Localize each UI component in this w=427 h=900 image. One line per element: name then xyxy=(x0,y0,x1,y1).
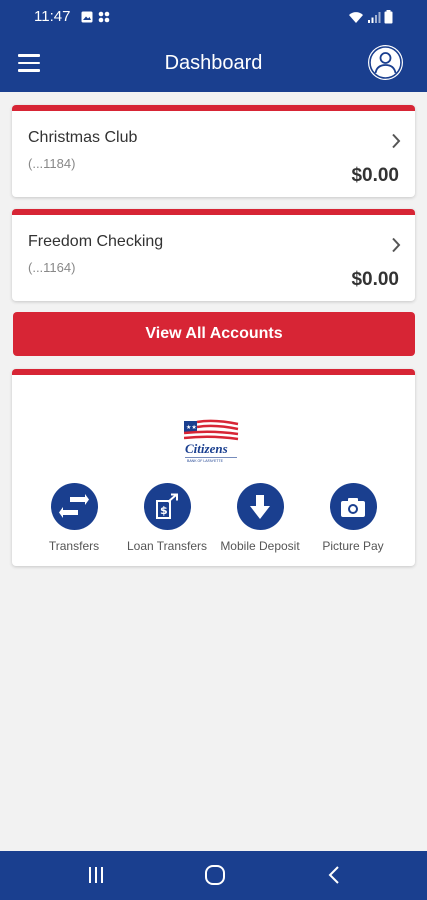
battery-icon xyxy=(384,10,393,24)
chevron-right-icon xyxy=(392,237,401,253)
app-bar: Dashboard xyxy=(0,34,427,92)
status-icons-left xyxy=(81,11,110,23)
wifi-icon xyxy=(349,11,363,23)
citizens-logo: ★★ Citizens BANK OF LAFAYETTE xyxy=(184,419,239,463)
signal-icon xyxy=(368,11,381,23)
account-balance: $0.00 xyxy=(351,269,399,290)
svg-text:★★: ★★ xyxy=(186,424,197,431)
quick-action-label: Picture Pay xyxy=(322,539,384,553)
account-card-freedom-checking[interactable]: Freedom Checking (...1164) $0.00 xyxy=(12,209,415,301)
recents-icon[interactable] xyxy=(87,864,105,886)
image-icon xyxy=(81,11,93,23)
svg-text:Citizens: Citizens xyxy=(185,441,228,456)
camera-icon xyxy=(341,497,365,517)
status-icons-right xyxy=(348,10,393,24)
account-number: (...1164) xyxy=(28,260,76,275)
loan-transfer-icon: $ xyxy=(156,493,178,519)
chevron-right-icon xyxy=(392,133,401,149)
profile-icon[interactable] xyxy=(367,44,404,81)
quick-actions-card: ★★ Citizens BANK OF LAFAYETTE Transfers … xyxy=(12,369,415,566)
system-nav-bar xyxy=(0,851,427,900)
account-number: (...1184) xyxy=(28,156,76,171)
transfer-arrows-icon xyxy=(59,493,89,518)
account-balance: $0.00 xyxy=(351,165,399,186)
svg-text:$: $ xyxy=(160,504,168,517)
view-all-accounts-button[interactable]: View All Accounts xyxy=(13,312,415,356)
status-bar: 11:47 xyxy=(0,0,427,34)
account-name: Christmas Club xyxy=(28,129,138,146)
back-icon[interactable] xyxy=(326,864,342,886)
quick-action-picture-pay[interactable]: Picture Pay xyxy=(298,483,408,553)
page-title: Dashboard xyxy=(164,52,263,74)
svg-text:BANK OF LAFAYETTE: BANK OF LAFAYETTE xyxy=(187,459,224,463)
grid-icon xyxy=(98,11,110,23)
home-icon[interactable] xyxy=(204,864,226,886)
status-time: 11:47 xyxy=(34,8,71,25)
account-name: Freedom Checking xyxy=(28,233,164,250)
account-card-christmas-club[interactable]: Christmas Club (...1184) $0.00 xyxy=(12,105,415,197)
download-arrow-icon xyxy=(250,494,270,519)
